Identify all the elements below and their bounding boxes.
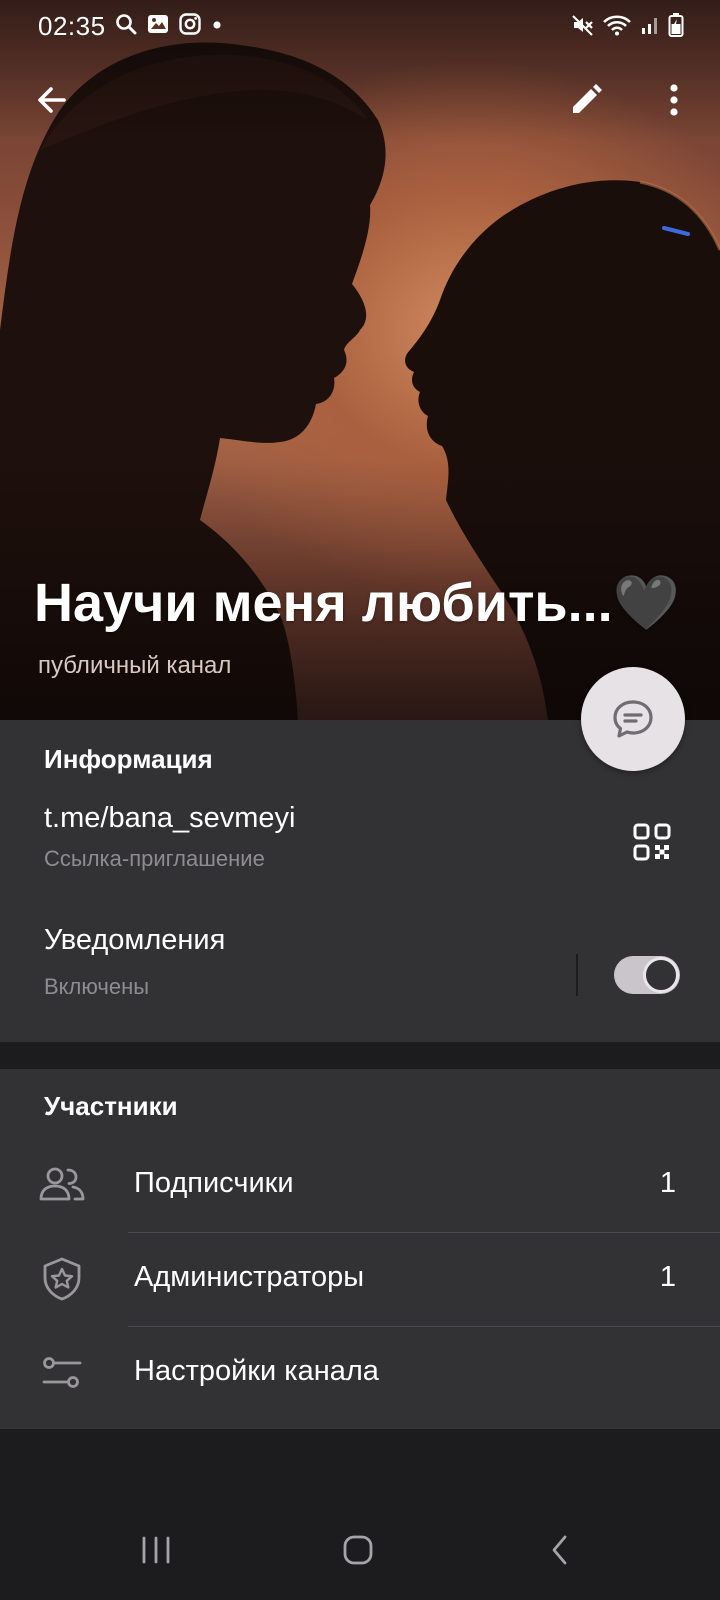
search-icon	[114, 12, 138, 41]
more-vertical-icon	[670, 84, 678, 116]
edit-button[interactable]	[558, 72, 614, 128]
channel-settings-row[interactable]: Настройки канала	[0, 1327, 720, 1421]
instagram-icon	[178, 12, 202, 41]
pencil-icon	[573, 84, 602, 113]
status-time: 02:35	[38, 11, 106, 41]
recent-apps-button[interactable]	[116, 1518, 196, 1582]
arrow-back-icon	[38, 87, 66, 113]
administrators-label: Администраторы	[134, 1261, 365, 1293]
signal-icon	[640, 13, 660, 42]
notifications-label[interactable]: Уведомления	[44, 924, 225, 957]
info-section-title: Информация	[44, 744, 213, 774]
subscribers-count: 1	[659, 1167, 676, 1199]
status-bar: 02:35	[0, 0, 720, 54]
toggle-knob	[643, 957, 679, 993]
status-notification-icons	[114, 12, 224, 41]
status-system-icons	[572, 12, 684, 43]
battery-icon	[668, 12, 684, 43]
system-navigation-bar	[0, 1500, 720, 1600]
qr-code-icon	[633, 823, 671, 861]
system-back-button[interactable]	[520, 1518, 600, 1582]
channel-type-label: публичный канал	[38, 652, 232, 679]
home-button[interactable]	[318, 1518, 398, 1582]
home-icon	[343, 1535, 373, 1565]
qr-code-button[interactable]	[626, 816, 678, 868]
shield-star-icon	[38, 1255, 86, 1303]
back-button[interactable]	[24, 72, 80, 128]
channel-settings-label: Настройки канала	[134, 1355, 379, 1387]
channel-title: Научи меня любить...🖤	[34, 573, 680, 633]
notifications-toggle[interactable]	[614, 956, 680, 994]
sliders-icon	[38, 1349, 86, 1397]
chat-bubble-icon	[613, 700, 653, 738]
chevron-left-icon	[552, 1535, 567, 1565]
administrators-row[interactable]: Администраторы 1	[0, 1233, 720, 1327]
administrators-count: 1	[659, 1261, 676, 1293]
invite-link[interactable]: t.me/bana_sevmeyi	[44, 802, 295, 835]
wifi-icon	[602, 13, 632, 42]
mute-icon	[572, 13, 594, 42]
subscribers-row[interactable]: Подписчики 1	[0, 1139, 720, 1233]
invite-link-caption: Ссылка-приглашение	[44, 846, 265, 871]
dot-icon	[210, 12, 224, 41]
open-discussion-button[interactable]	[581, 667, 685, 771]
recent-apps-icon	[142, 1536, 170, 1564]
members-section: Участники Подписчики 1 Администраторы 1	[0, 1069, 720, 1429]
notifications-divider	[576, 954, 578, 996]
gallery-icon	[146, 12, 170, 41]
info-section: Информация t.me/bana_sevmeyi Ссылка-приг…	[0, 720, 720, 1042]
more-options-button[interactable]	[646, 72, 702, 128]
subscribers-label: Подписчики	[134, 1167, 294, 1199]
members-section-title: Участники	[44, 1091, 178, 1121]
notifications-status: Включены	[44, 974, 150, 999]
people-icon	[38, 1161, 86, 1209]
